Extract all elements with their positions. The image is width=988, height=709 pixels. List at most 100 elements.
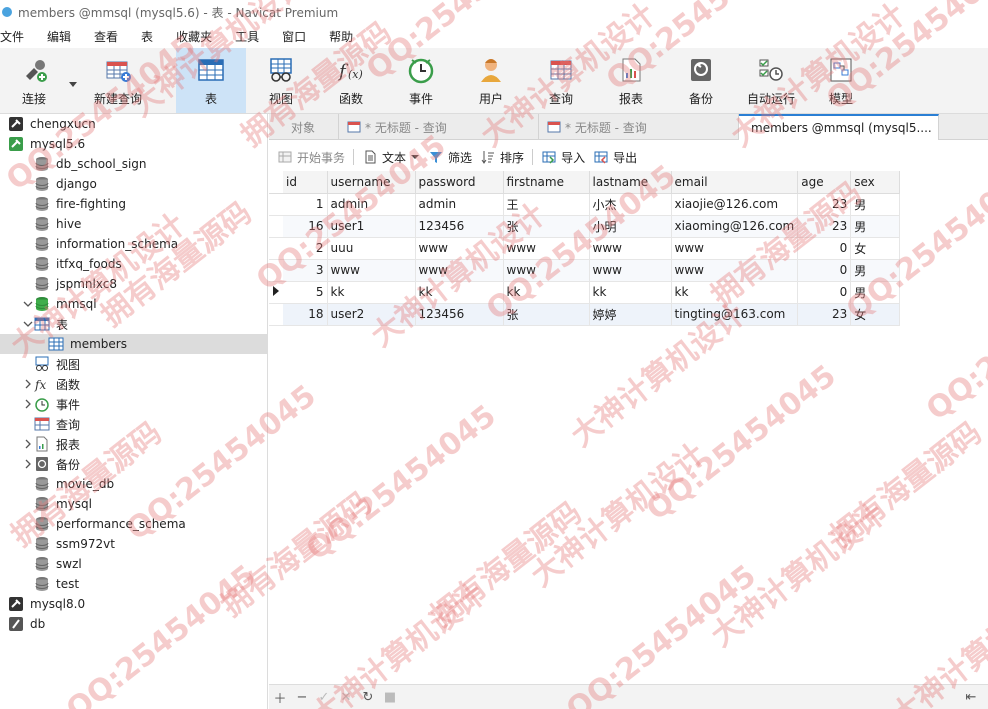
tab-untitled-query-2[interactable]: * 无标题 - 查询 [539, 114, 739, 140]
cell-firstname[interactable]: www [503, 237, 590, 260]
expand-chevron-right-icon[interactable] [22, 378, 34, 390]
cell-sex[interactable]: 男 [850, 193, 901, 216]
cell-username[interactable]: www [327, 259, 416, 282]
menu-file[interactable]: 文件 [0, 28, 33, 45]
cell-id[interactable]: 5 [283, 281, 328, 304]
cell-sex[interactable]: 男 [850, 259, 901, 282]
cell-lastname[interactable]: 小明 [589, 215, 672, 238]
column-header-id[interactable]: id [283, 171, 328, 194]
add-record-icon[interactable]: ＋ [269, 687, 291, 707]
expand-chevron-down-icon[interactable] [22, 298, 34, 310]
first-page-icon[interactable]: ⇤ [960, 687, 982, 707]
tree-item[interactable]: members [0, 334, 267, 354]
tree-item[interactable]: 视图 [0, 354, 267, 374]
tree-item[interactable]: itfxq_foods [0, 254, 267, 274]
apply-changes-icon[interactable]: ✓ [313, 687, 335, 707]
tree-item[interactable]: 事件 [0, 394, 267, 414]
tree-item[interactable]: 备份 [0, 454, 267, 474]
refresh-icon[interactable]: ↻ [357, 687, 379, 707]
menu-window[interactable]: 窗口 [282, 28, 315, 45]
cell-id[interactable]: 18 [283, 303, 328, 326]
tree-item[interactable]: mysql [0, 494, 267, 514]
cell-username[interactable]: user1 [327, 215, 416, 238]
cell-email[interactable]: www [671, 259, 799, 282]
menu-tools[interactable]: 工具 [235, 28, 268, 45]
cell-sex[interactable]: 男 [850, 281, 901, 304]
tree-item[interactable]: hive [0, 214, 267, 234]
tree-item[interactable]: mysql8.0 [0, 594, 267, 614]
expand-chevron-right-icon[interactable] [22, 458, 34, 470]
cell-lastname[interactable]: kk [589, 281, 672, 304]
cell-email[interactable]: kk [671, 281, 799, 304]
tree-item[interactable]: chengxucn [0, 114, 267, 134]
cell-id[interactable]: 16 [283, 215, 328, 238]
toolbar-new-query-button[interactable]: 新建查询 [78, 48, 158, 113]
menu-help[interactable]: 帮助 [329, 28, 362, 45]
column-header-lastname[interactable]: lastname [589, 171, 672, 194]
cell-lastname[interactable]: 婷婷 [589, 303, 672, 326]
cell-id[interactable]: 3 [283, 259, 328, 282]
cell-age[interactable]: 0 [797, 237, 852, 260]
tree-item[interactable]: mmsql [0, 294, 267, 314]
connection-dropdown-caret-icon[interactable] [68, 48, 78, 113]
toolbar-table-button[interactable]: 表 [176, 48, 246, 113]
tree-item[interactable]: db [0, 614, 267, 634]
tree-item[interactable]: fx 函数 [0, 374, 267, 394]
cell-age[interactable]: 0 [797, 259, 852, 282]
menu-edit[interactable]: 编辑 [47, 28, 80, 45]
column-header-age[interactable]: age [797, 171, 852, 194]
column-header-username[interactable]: username [327, 171, 416, 194]
cell-email[interactable]: www [671, 237, 799, 260]
toolbar-report-button[interactable]: 报表 [596, 48, 666, 113]
column-header-sex[interactable]: sex [850, 171, 901, 194]
toolbar-autorun-button[interactable]: 自动运行 [736, 48, 806, 113]
cell-id[interactable]: 2 [283, 237, 328, 260]
tree-item[interactable]: jspmnlxc8 [0, 274, 267, 294]
toolbar-model-button[interactable]: 模型 [806, 48, 876, 113]
sort-button[interactable]: 排序 [480, 149, 524, 166]
cell-id[interactable]: 1 [283, 193, 328, 216]
tree-item[interactable]: mysql5.6 [0, 134, 267, 154]
tree-item[interactable]: movie_db [0, 474, 267, 494]
tree-item[interactable]: ssm972vt [0, 534, 267, 554]
cell-username[interactable]: user2 [327, 303, 416, 326]
cell-email[interactable]: xiaoming@126.com [671, 215, 799, 238]
cell-sex[interactable]: 男 [850, 215, 901, 238]
expand-chevron-right-icon[interactable] [22, 398, 34, 410]
cell-username[interactable]: admin [327, 193, 416, 216]
tree-item[interactable]: django [0, 174, 267, 194]
cell-password[interactable]: 123456 [415, 215, 504, 238]
expand-chevron-right-icon[interactable] [22, 438, 34, 450]
cell-password[interactable]: www [415, 259, 504, 282]
cell-age[interactable]: 23 [797, 303, 852, 326]
tree-item[interactable]: information_schema [0, 234, 267, 254]
cell-firstname[interactable]: 张 [503, 303, 590, 326]
tab-untitled-query-1[interactable]: * 无标题 - 查询 [339, 114, 539, 140]
stop-icon[interactable]: ■ [379, 687, 401, 707]
column-header-firstname[interactable]: firstname [503, 171, 590, 194]
table-row[interactable]: 1 admin admin 王小杰 xiaojie@126.com 23 男 [269, 193, 901, 216]
discard-changes-icon[interactable]: ✕ [335, 687, 357, 707]
column-header-password[interactable]: password [415, 171, 504, 194]
toolbar-user-button[interactable]: 用户 [456, 48, 526, 113]
cell-firstname[interactable]: 王 [503, 193, 590, 216]
cell-sex[interactable]: 女 [850, 237, 901, 260]
tab-members-table[interactable]: members @mmsql (mysql5.... [739, 114, 939, 140]
menu-view[interactable]: 查看 [94, 28, 127, 45]
table-row[interactable]: 5 kk kk kk kk kk 0 男 [269, 281, 901, 304]
expand-chevron-down-icon[interactable] [22, 318, 34, 330]
import-button[interactable]: 导入 [541, 149, 585, 166]
cell-password[interactable]: kk [415, 281, 504, 304]
cell-age[interactable]: 23 [797, 215, 852, 238]
cell-lastname[interactable]: www [589, 237, 672, 260]
cell-email[interactable]: tingting@163.com [671, 303, 799, 326]
text-view-button[interactable]: 文本 [362, 149, 420, 166]
begin-transaction-button[interactable]: 开始事务 [277, 149, 345, 166]
cell-age[interactable]: 23 [797, 193, 852, 216]
tree-item[interactable]: fire-fighting [0, 194, 267, 214]
toolbar-event-button[interactable]: 事件 [386, 48, 456, 113]
column-header-email[interactable]: email [671, 171, 799, 194]
toolbar-backup-button[interactable]: 备份 [666, 48, 736, 113]
cell-username[interactable]: uuu [327, 237, 416, 260]
toolbar-function-button[interactable]: f (x) 函数 [316, 48, 386, 113]
